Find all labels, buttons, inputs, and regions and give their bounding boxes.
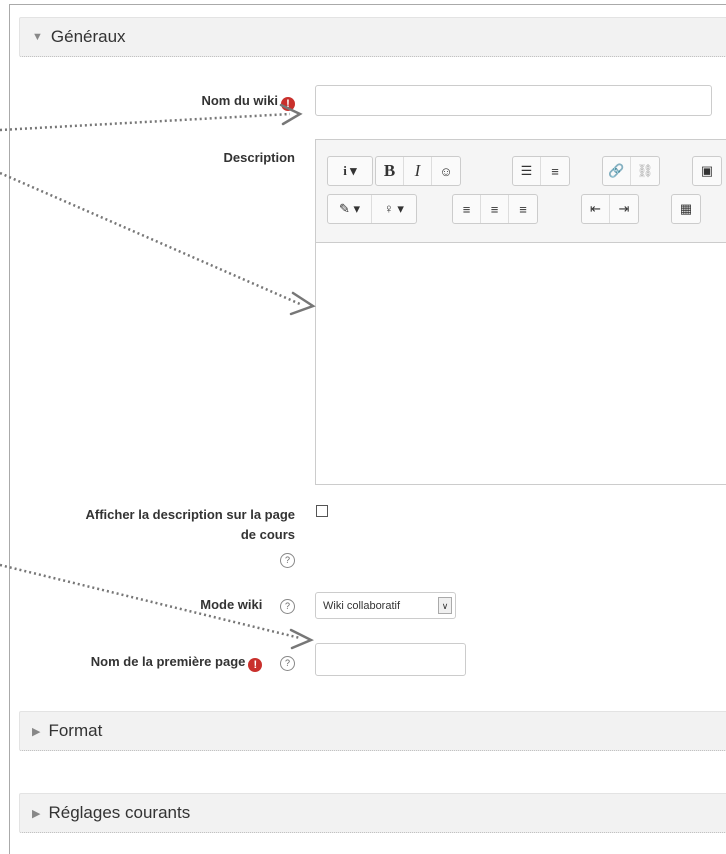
equation-button[interactable]: ▦ [672, 195, 700, 223]
toolbar-group-media: ▣ [692, 156, 722, 186]
first-page-label-text: Nom de la première page [90, 654, 246, 669]
link-button[interactable]: 🔗 [603, 157, 631, 185]
help-icon[interactable]: ? [280, 656, 295, 671]
section-general-title: Généraux [50, 27, 126, 46]
description-editor[interactable]: i ▾ B I ☺ ☰ ≡ 🔗 ⛓ ▣ ✎ ▾ ♀ ▾ ≡ ≡ ≡ ⇤ ⇥ ▦ [315, 139, 726, 485]
first-page-label: Nom de la première page! ? [91, 652, 295, 672]
editor-content-area[interactable] [316, 243, 726, 485]
description-label: Description [223, 150, 295, 165]
toolbar-group-indent: ⇤ ⇥ [581, 194, 639, 224]
wiki-mode-selected-value: Wiki collaboratif [323, 599, 401, 612]
toolbar-group-links: 🔗 ⛓ [602, 156, 660, 186]
chevron-down-icon: ∨ [438, 597, 452, 614]
background-color-button[interactable]: ♀ ▾ [372, 195, 416, 223]
section-general-header[interactable]: ▼ Généraux [19, 17, 726, 57]
ordered-list-button[interactable]: ≡ [541, 157, 569, 185]
help-icon[interactable]: ? [280, 599, 295, 614]
caret-right-icon: ▶ [32, 807, 41, 820]
section-format-title: Format [48, 721, 103, 740]
wiki-name-input[interactable] [315, 85, 712, 116]
image-button[interactable]: ▣ [693, 157, 721, 185]
emoticon-button[interactable]: ☺ [432, 157, 460, 185]
section-common-title: Réglages courants [48, 803, 191, 822]
unordered-list-button[interactable]: ☰ [513, 157, 541, 185]
required-icon: ! [248, 658, 263, 672]
help-icon[interactable]: ? [280, 553, 295, 568]
unlink-button[interactable]: ⛓ [631, 157, 659, 185]
outdent-button[interactable]: ⇤ [582, 195, 610, 223]
toolbar-group-colors: ✎ ▾ ♀ ▾ [327, 194, 417, 224]
toolbar-group-paragraph: i ▾ [327, 156, 373, 186]
toolbar-group-format: B I ☺ [375, 156, 461, 186]
toolbar-group-lists: ☰ ≡ [512, 156, 570, 186]
wiki-name-label-text: Nom du wiki [201, 93, 278, 108]
align-center-button[interactable]: ≡ [481, 195, 509, 223]
font-color-button[interactable]: ✎ ▾ [328, 195, 372, 223]
toolbar-group-tools: ▦ [671, 194, 701, 224]
caret-down-icon: ▼ [32, 31, 43, 43]
wiki-mode-label: Mode wiki ? [200, 595, 295, 614]
required-icon: ! [281, 97, 295, 111]
show-description-label: Afficher la description sur la page de c… [85, 505, 296, 569]
wiki-mode-select[interactable]: Wiki collaboratif ∨ [315, 592, 456, 619]
editor-toolbar: i ▾ B I ☺ ☰ ≡ 🔗 ⛓ ▣ ✎ ▾ ♀ ▾ ≡ ≡ ≡ ⇤ ⇥ ▦ [316, 140, 726, 243]
paragraph-style-button[interactable]: i ▾ [328, 157, 372, 185]
italic-button[interactable]: I [404, 157, 432, 185]
indent-button[interactable]: ⇥ [610, 195, 638, 223]
section-format-header[interactable]: ▶ Format [19, 711, 726, 751]
show-description-checkbox[interactable] [316, 505, 328, 517]
section-common-header[interactable]: ▶ Réglages courants [19, 793, 726, 833]
show-description-label-line2: de cours [240, 527, 295, 542]
toolbar-group-align: ≡ ≡ ≡ [452, 194, 538, 224]
wiki-name-label: Nom du wiki! [201, 91, 295, 111]
caret-right-icon: ▶ [32, 725, 41, 738]
align-left-button[interactable]: ≡ [453, 195, 481, 223]
show-description-label-line1: Afficher la description sur la page [85, 507, 296, 522]
first-page-input[interactable] [315, 643, 466, 676]
bold-button[interactable]: B [376, 157, 404, 185]
wiki-mode-label-text: Mode wiki [200, 597, 263, 612]
align-right-button[interactable]: ≡ [509, 195, 537, 223]
